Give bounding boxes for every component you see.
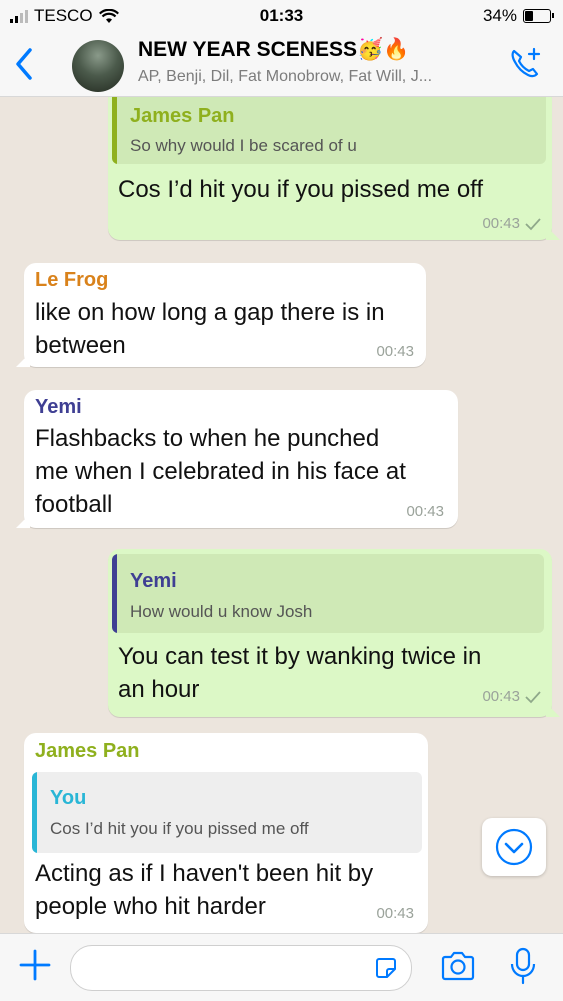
message-text: people who hit harder bbox=[35, 893, 266, 920]
quoted-sender: Yemi bbox=[130, 570, 177, 592]
message-composer bbox=[0, 933, 563, 1001]
chat-header: NEW YEAR SCENESS🥳🔥 AP, Benji, Dil, Fat M… bbox=[0, 32, 563, 97]
chat-area[interactable]: James Pan So why would I be scared of u … bbox=[0, 97, 563, 933]
message-text: You can test it by wanking twice in bbox=[118, 643, 482, 670]
message-text: me when I celebrated in his face at bbox=[35, 458, 406, 485]
message-text: football bbox=[35, 491, 113, 518]
add-call-icon[interactable] bbox=[507, 46, 543, 82]
camera-icon[interactable] bbox=[440, 950, 476, 982]
message-text: Cos I’d hit you if you pissed me off bbox=[118, 176, 484, 203]
message-bubble[interactable]: James Pan You Cos I’d hit you if you pis… bbox=[24, 733, 428, 933]
message-sender: Yemi bbox=[35, 396, 82, 418]
sticker-icon[interactable] bbox=[373, 955, 399, 981]
message-bubble[interactable]: Yemi Flashbacks to when he punched me wh… bbox=[16, 390, 458, 528]
message-bubble[interactable]: Le Frog like on how long a gap there is … bbox=[16, 263, 426, 367]
message-bubble[interactable]: James Pan So why would I be scared of u … bbox=[108, 97, 560, 240]
message-sender: James Pan bbox=[35, 740, 140, 762]
battery-percent: 34% bbox=[482, 6, 517, 25]
quoted-message[interactable]: Yemi How would u know Josh bbox=[112, 554, 544, 633]
clock: 01:33 bbox=[259, 6, 304, 25]
quoted-sender: You bbox=[50, 787, 87, 809]
scroll-to-bottom-button[interactable] bbox=[482, 818, 546, 876]
group-avatar[interactable] bbox=[72, 40, 124, 92]
quoted-message[interactable]: You Cos I’d hit you if you pissed me off bbox=[32, 772, 422, 853]
message-time: 00:43 bbox=[406, 503, 444, 520]
message-time: 00:43 bbox=[482, 688, 520, 705]
message-input[interactable] bbox=[70, 945, 412, 991]
quoted-text: Cos I’d hit you if you pissed me off bbox=[50, 819, 309, 838]
quoted-sender: James Pan bbox=[130, 105, 235, 127]
group-members[interactable]: AP, Benji, Dil, Fat Monobrow, Fat Will, … bbox=[138, 68, 432, 86]
plus-icon[interactable] bbox=[18, 948, 52, 982]
message-text: Acting as if I haven't been hit by bbox=[35, 860, 374, 887]
quoted-message[interactable]: James Pan So why would I be scared of u bbox=[112, 97, 546, 164]
battery-icon bbox=[523, 9, 554, 23]
status-bar: TESCO 01:33 34% bbox=[0, 0, 563, 32]
battery-info: 34% bbox=[482, 6, 554, 26]
sent-check-icon bbox=[525, 691, 541, 704]
message-bubble[interactable]: Yemi How would u know Josh You can test … bbox=[108, 549, 560, 717]
message-text: like on how long a gap there is in bbox=[35, 299, 385, 326]
message-text: Flashbacks to when he punched bbox=[35, 425, 380, 452]
message-text: between bbox=[35, 332, 126, 359]
message-sender: Le Frog bbox=[35, 269, 109, 291]
quoted-text: So why would I be scared of u bbox=[130, 136, 357, 155]
chevron-left-icon[interactable] bbox=[10, 44, 40, 84]
microphone-icon[interactable] bbox=[508, 946, 538, 986]
message-text: an hour bbox=[118, 676, 200, 703]
message-time: 00:43 bbox=[482, 215, 520, 232]
message-time: 00:43 bbox=[376, 343, 414, 360]
sent-check-icon bbox=[525, 218, 541, 231]
group-title[interactable]: NEW YEAR SCENESS🥳🔥 bbox=[138, 38, 409, 62]
chevron-down-icon bbox=[495, 828, 533, 866]
quoted-text: How would u know Josh bbox=[130, 602, 313, 621]
message-time: 00:43 bbox=[376, 905, 414, 922]
